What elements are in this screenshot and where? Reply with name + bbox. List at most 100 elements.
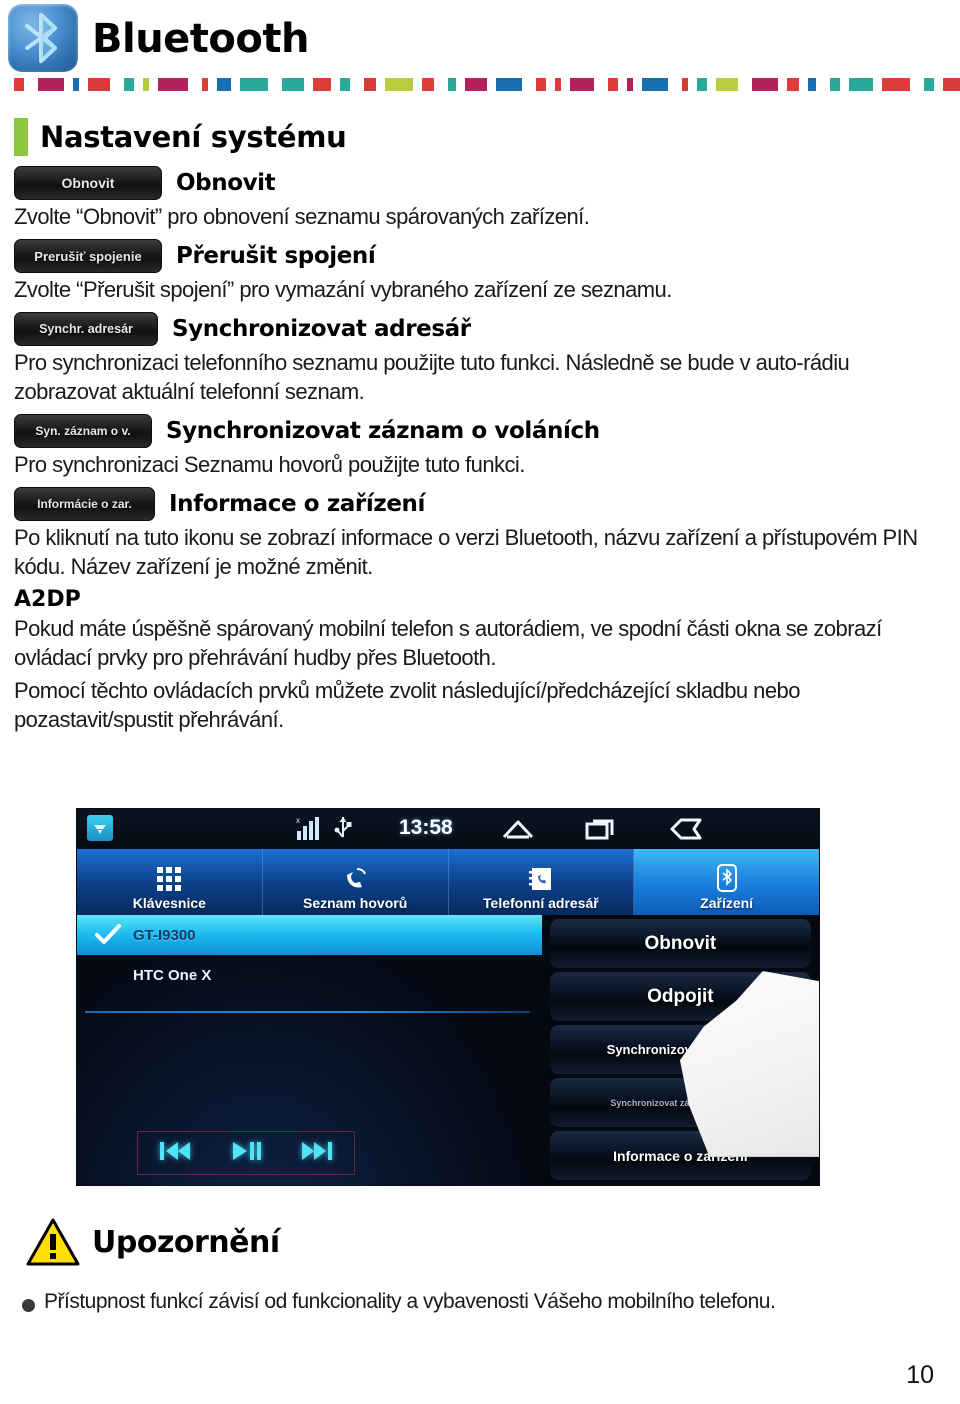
dash-segment (364, 78, 376, 91)
tab-seznam-hovoru[interactable]: Seznam hovorů (263, 849, 449, 915)
dash-segment (143, 78, 149, 91)
tab-klavesnice[interactable]: Klávesnice (77, 849, 263, 915)
warning-triangle-icon (26, 1218, 80, 1266)
phonebook-icon (528, 866, 554, 892)
play-pause-icon[interactable] (231, 1140, 261, 1167)
dash-segment (313, 78, 331, 91)
item-paragraph: Pro synchronizaci Seznamu hovorů použijt… (14, 452, 525, 478)
tab-label: Seznam hovorů (303, 895, 408, 911)
keypad-icon (156, 866, 182, 892)
dash-segment (124, 78, 134, 91)
dash-segment (496, 78, 522, 91)
item-title: Přerušit spojení (176, 243, 376, 270)
side-button-obnovit[interactable]: Obnovit (549, 919, 811, 968)
dash-segment (697, 78, 707, 91)
bullet-icon (22, 1299, 35, 1312)
dash-segment (217, 78, 231, 91)
device-list: GT-I9300 HTC One X (77, 915, 542, 1185)
svg-text:x: x (296, 816, 300, 825)
item-paragraph: Zvolte “Obnovit” pro obnovení seznamu sp… (14, 204, 590, 229)
usb-icon (333, 815, 353, 846)
dash-segment (158, 78, 188, 91)
tab-zarizeni[interactable]: Zařízení (634, 849, 819, 915)
screenshot-body: GT-I9300 HTC One X Obnovit Odpojit Synch… (77, 915, 819, 1185)
synchr-adresar-ui-button[interactable]: Synchr. adresár (14, 312, 158, 347)
bluetooth-glyph-icon (25, 13, 57, 63)
page-number: 10 (906, 1361, 934, 1389)
content-area: Obnovit Obnovit Zvolte “Obnovit” pro obn… (14, 166, 946, 742)
previous-track-icon[interactable] (158, 1140, 192, 1167)
dash-segment (422, 78, 434, 91)
dash-segment (38, 78, 64, 91)
dash-segment (555, 78, 561, 91)
recents-icon[interactable] (585, 817, 619, 846)
warning-text: Přístupnost funkcí závisí od funkcionali… (44, 1290, 776, 1313)
item-paragraph: Po kliknutí na tuto ikonu se zobrazí inf… (14, 525, 918, 580)
dash-segment (808, 78, 816, 91)
dash-segment (849, 78, 873, 91)
dash-segment (202, 78, 208, 91)
informacie-o-zar-ui-button[interactable]: Informácie o zar. (14, 487, 155, 522)
next-track-icon[interactable] (300, 1140, 334, 1167)
section-heading: Nastavení systému (14, 118, 347, 156)
list-divider (85, 1011, 530, 1013)
dash-segment (240, 78, 268, 91)
dash-segment (14, 78, 24, 91)
prerusit-spojenie-ui-button[interactable]: Prerušiť spojenie (14, 239, 162, 274)
syn-zaznam-ui-button[interactable]: Syn. záznam o v. (14, 414, 152, 449)
dash-segment (830, 78, 840, 91)
call-log-icon (341, 866, 369, 892)
bluetooth-icon (8, 4, 78, 72)
section-title: Nastavení systému (40, 120, 347, 154)
dash-segment (787, 78, 799, 91)
item-title: Synchronizovat adresář (172, 316, 471, 343)
warning-heading: Upozornění (26, 1218, 280, 1266)
item-title: Obnovit (176, 170, 276, 196)
dash-segment (88, 78, 110, 91)
dash-segment (448, 78, 456, 91)
dash-segment (536, 78, 546, 91)
item-paragraph: Pro synchronizaci telefonního seznamu po… (14, 350, 850, 405)
item-paragraph: Zvolte “Přerušit spojení” pro vymazání v… (14, 277, 672, 303)
list-item: Obnovit Obnovit (14, 166, 946, 200)
list-item[interactable]: GT-I9300 (77, 915, 542, 955)
home-icon[interactable] (501, 817, 535, 846)
side-action-panel: Obnovit Odpojit Synchronizovat adresář S… (541, 915, 819, 1185)
list-item: Informácie o zar. Informace o zařízení (14, 487, 946, 522)
section-accent-bar (14, 118, 28, 156)
list-item: Synchr. adresár Synchronizovat adresář (14, 312, 946, 347)
dash-segment (73, 78, 79, 91)
dash-segment (682, 78, 688, 91)
dash-segment (716, 78, 738, 91)
tab-label: Telefonní adresář (483, 895, 599, 911)
tab-bar: Klávesnice Seznam hovorů Telefonní adres… (77, 849, 819, 915)
dash-segment (340, 78, 350, 91)
list-item: Syn. záznam o v. Synchronizovat záznam o… (14, 414, 946, 449)
status-bar: x 13:58 (77, 809, 819, 849)
tab-label: Klávesnice (132, 895, 206, 911)
dash-segment (465, 78, 487, 91)
a2dp-paragraph-1: Pokud máte úspěšně spárovaný mobilní tel… (14, 616, 882, 671)
media-controls (137, 1131, 355, 1175)
dash-segment (282, 78, 304, 91)
check-icon (95, 924, 121, 950)
car-radio-screenshot: x 13:58 Klávesnice Seznam hovorů Telefon… (76, 808, 820, 1186)
dash-segment (385, 78, 413, 91)
dash-segment (752, 78, 778, 91)
decorative-dash-strip (0, 78, 960, 92)
dash-segment (642, 78, 668, 91)
tab-telefonni-adresar[interactable]: Telefonní adresář (449, 849, 635, 915)
back-icon[interactable] (669, 817, 703, 846)
wifi-icon (87, 815, 113, 841)
page-header: Bluetooth (0, 0, 960, 100)
page-title: Bluetooth (92, 16, 309, 62)
clock-time: 13:58 (399, 816, 453, 839)
obnovit-ui-button[interactable]: Obnovit (14, 166, 162, 200)
dash-segment (608, 78, 618, 91)
list-item[interactable]: HTC One X (77, 955, 542, 995)
device-name: GT-I9300 (133, 926, 196, 944)
item-title: Synchronizovat záznam o voláních (166, 418, 600, 445)
warning-bullet-row: Přístupnost funkcí závisí od funkcionali… (22, 1290, 942, 1314)
a2dp-title: A2DP (14, 587, 81, 613)
item-title: Informace o zařízení (169, 491, 425, 518)
